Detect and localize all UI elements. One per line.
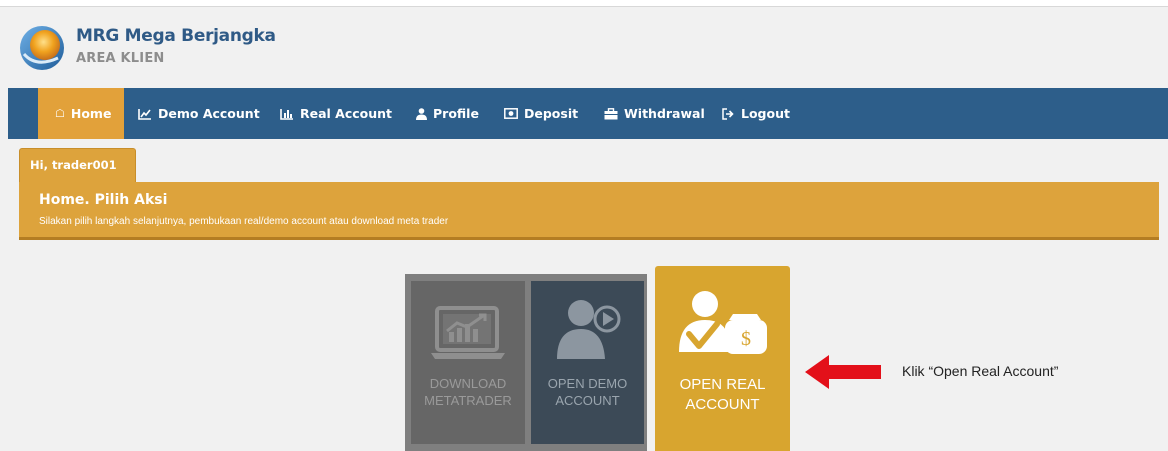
page-banner: Home. Pilih Aksi Silakan pilih langkah s… <box>19 182 1159 240</box>
top-border <box>0 0 1168 7</box>
briefcase-icon <box>604 107 618 119</box>
download-metatrader-tile[interactable]: DOWNLOAD METATRADER <box>411 281 525 444</box>
open-real-account-label: OPEN REAL ACCOUNT <box>655 375 790 414</box>
red-arrow-left-icon <box>805 355 881 389</box>
tile-demo-line1: OPEN DEMO <box>547 376 628 391</box>
instruction-hint: Klik “Open Real Account” <box>902 363 1059 379</box>
tile-real-line1: OPEN REAL <box>679 376 766 393</box>
open-real-account-tile[interactable]: $ OPEN REAL ACCOUNT <box>655 266 790 451</box>
svg-text:$: $ <box>741 328 751 350</box>
money-icon <box>504 108 518 119</box>
nav-real-account-label: Real Account <box>300 106 393 121</box>
tile-demo-line2: ACCOUNT <box>555 392 620 408</box>
nav-withdrawal-label: Withdrawal <box>624 106 705 121</box>
main-navbar: ☖ Home Demo Account Real Account Profile… <box>8 88 1168 139</box>
page-title: Home. Pilih Aksi <box>39 192 168 208</box>
brand-subtitle: AREA KLIEN <box>76 51 165 66</box>
home-icon: ☖ <box>55 107 65 120</box>
nav-deposit[interactable]: Deposit <box>504 88 578 139</box>
download-metatrader-label: DOWNLOAD METATRADER <box>411 376 525 410</box>
nav-profile[interactable]: Profile <box>416 88 479 139</box>
open-demo-account-label: OPEN DEMO ACCOUNT <box>531 376 644 410</box>
user-money-icon: $ <box>679 291 767 354</box>
brand-header: MRG Mega Berjangka AREA KLIEN <box>18 20 418 76</box>
tile-download-line1: DOWNLOAD <box>429 376 507 391</box>
nav-demo-account[interactable]: Demo Account <box>138 88 260 139</box>
nav-logout-label: Logout <box>741 106 790 121</box>
user-icon <box>416 107 427 120</box>
bar-chart-icon <box>280 108 293 120</box>
tile-real-line2: ACCOUNT <box>685 395 760 413</box>
nav-deposit-label: Deposit <box>524 106 579 121</box>
laptop-chart-icon <box>431 306 505 359</box>
tile-download-line2: METATRADER <box>424 392 512 408</box>
nav-demo-account-label: Demo Account <box>158 106 260 121</box>
nav-profile-label: Profile <box>433 106 479 121</box>
line-chart-icon <box>138 108 151 120</box>
nav-real-account[interactable]: Real Account <box>280 88 392 139</box>
nav-home-label: Home <box>70 106 112 121</box>
brand-title: MRG Mega Berjangka <box>76 26 276 46</box>
sign-out-icon <box>722 107 734 120</box>
nav-home[interactable]: ☖ Home <box>38 88 125 139</box>
nav-logout[interactable]: Logout <box>722 88 790 139</box>
page-description: Silakan pilih langkah selanjutnya, pembu… <box>39 216 449 227</box>
globe-logo-icon <box>20 26 64 70</box>
user-play-icon <box>557 300 621 359</box>
nav-withdrawal[interactable]: Withdrawal <box>604 88 705 139</box>
open-demo-account-tile[interactable]: OPEN DEMO ACCOUNT <box>531 281 644 444</box>
greeting-tab[interactable]: Hi, trader001 <box>19 148 136 182</box>
